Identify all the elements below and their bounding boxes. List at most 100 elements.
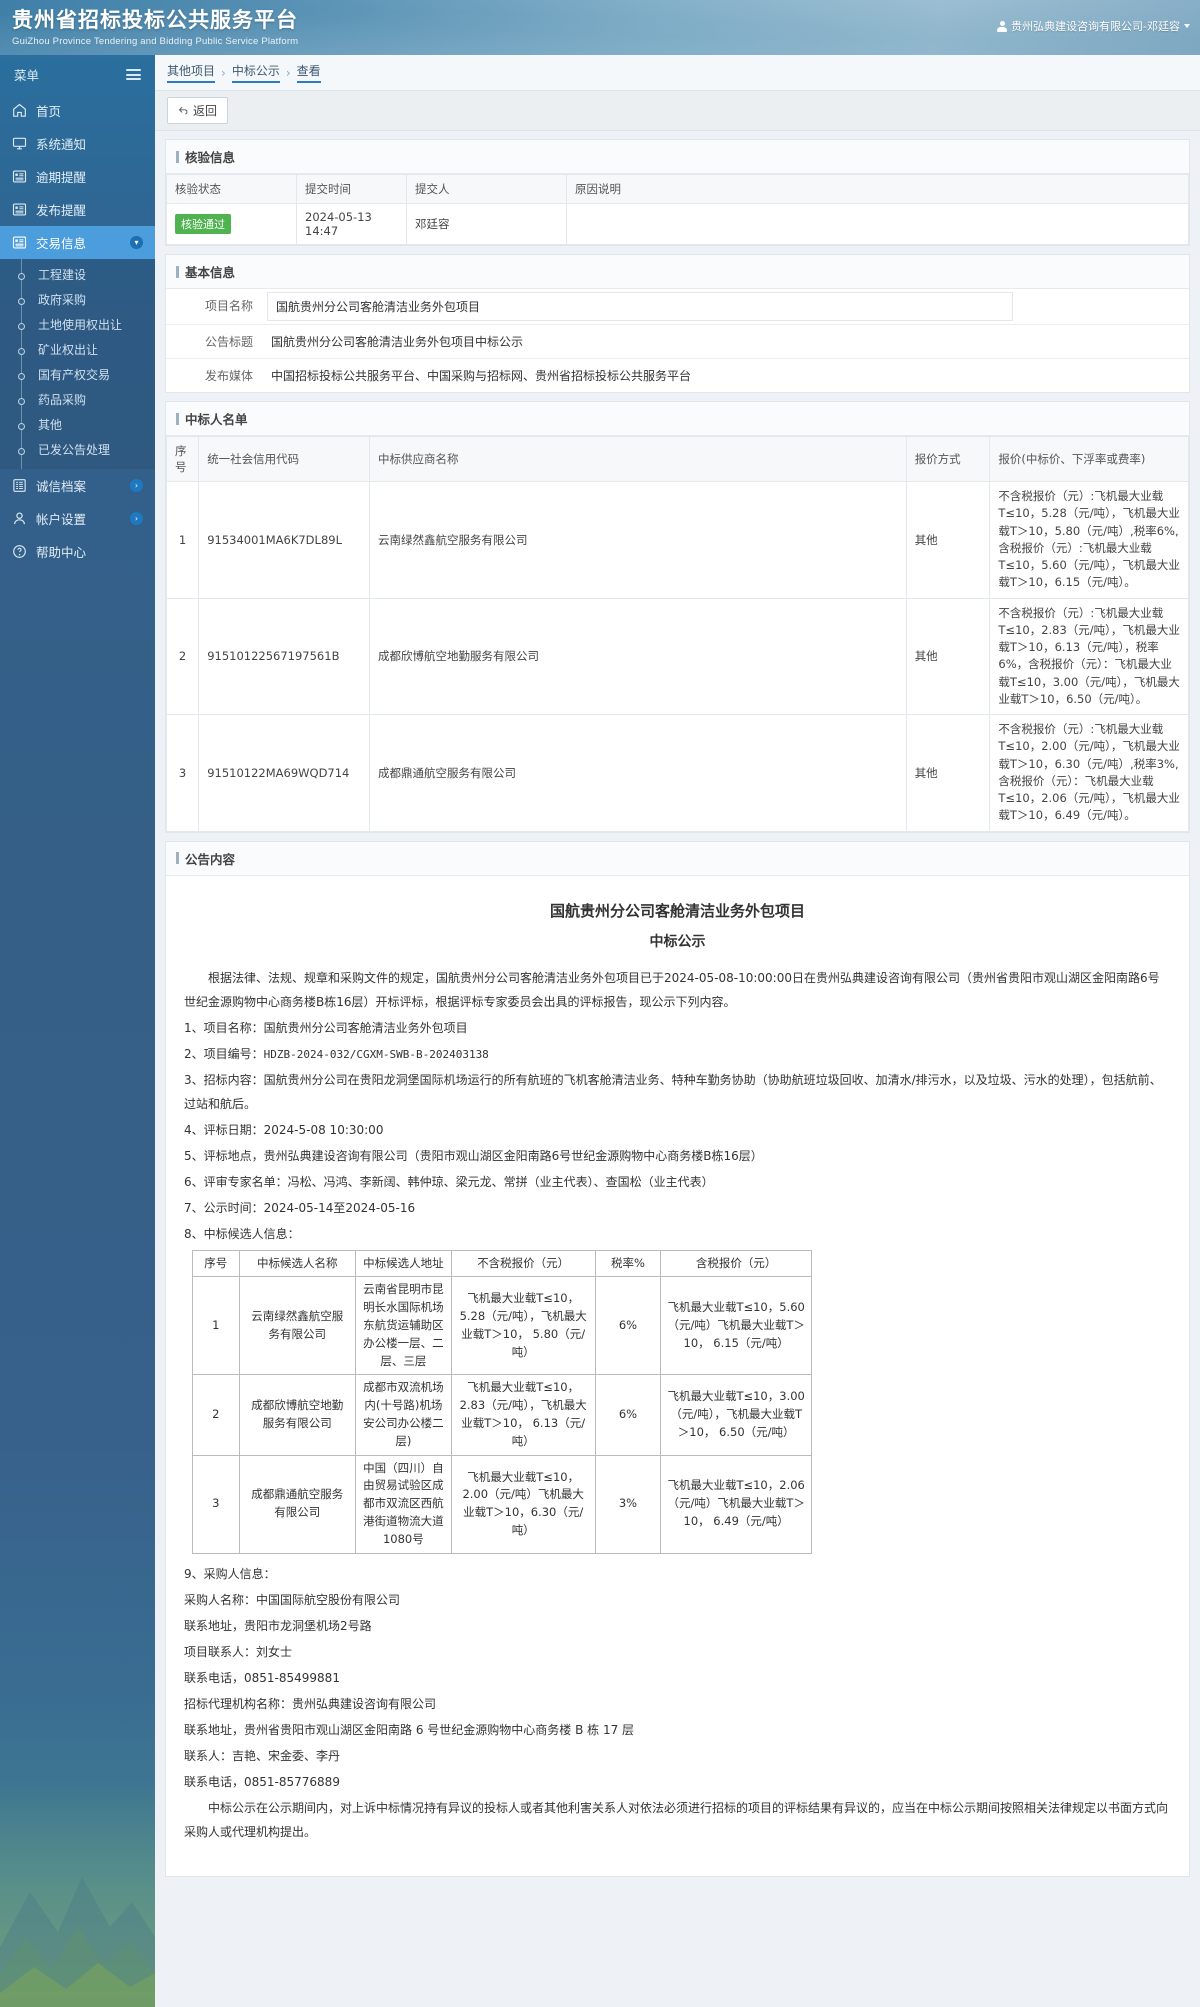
project-name-value[interactable]: 国航贵州分公司客舱清洁业务外包项目: [267, 292, 1013, 321]
sidebar-item-account-settings[interactable]: 帐户设置 ›: [0, 502, 155, 535]
table-header-row: 序号 统一社会信用代码 中标供应商名称 报价方式 报价(中标价、下浮率或费率): [165, 436, 1189, 482]
winner-code: 91534001MA6K7DL89L: [198, 481, 371, 599]
breadcrumb-item-other-project[interactable]: 其他项目: [167, 62, 216, 83]
announcement-line-8: 8、中标候选人信息：: [184, 1226, 300, 1241]
table-row: 核验通过 2024-05-13 14:47 邓廷容: [166, 203, 1189, 245]
sidebar-subitem-other[interactable]: 其他: [0, 413, 155, 438]
candidate-tax-rate: 3%: [594, 1454, 662, 1554]
candidate-address: 中国（四川）自由贸易试验区成都市双流区西航港街道物流大道1080号: [354, 1454, 452, 1554]
announcement-intro: 根据法律、法规、规章和采购文件的规定，国航贵州分公司客舱清洁业务外包项目已于20…: [184, 970, 1160, 1009]
col-index: 序号: [165, 436, 200, 482]
announcement-panel-title: 公告内容: [166, 841, 1189, 876]
back-button[interactable]: 返回: [167, 97, 229, 124]
chevron-right-icon: ›: [130, 512, 143, 525]
winner-panel-title-text: 中标人名单: [185, 412, 248, 427]
announcement-panel-title-text: 公告内容: [185, 851, 236, 867]
sidebar-subitem-drug-procurement[interactable]: 药品采购: [0, 388, 155, 413]
basic-info-panel: 基本信息 项目名称 国航贵州分公司客舱清洁业务外包项目 公告标题 国航贵州分公司…: [165, 254, 1190, 393]
sidebar-subitem-state-property[interactable]: 国有产权交易: [0, 363, 155, 388]
brand: 贵州省招标投标公共服务平台 GuiZhou Province Tendering…: [12, 4, 298, 47]
sidebar-subitem-gov-procurement[interactable]: 政府采购: [0, 288, 155, 313]
back-arrow-icon: [178, 106, 188, 115]
user-icon: [997, 20, 1008, 32]
basic-panel-title-text: 基本信息: [185, 265, 236, 280]
table-row: 2 91510122567197561B 成都欣博航空地勤服务有限公司 其他 不…: [165, 597, 1189, 715]
winner-code: 91510122MA69WQD714: [198, 714, 371, 832]
sidebar-subitem-land-use-right[interactable]: 土地使用权出让: [0, 313, 155, 338]
back-button-label: 返回: [193, 104, 218, 118]
agent-contact: 联系人：吉艳、宋金委、李丹: [184, 1748, 341, 1763]
monitor-icon: [12, 136, 27, 151]
user-name: 贵州弘典建设咨询有限公司-邓廷容: [1011, 20, 1180, 33]
sidebar-item-help-center[interactable]: 帮助中心: [0, 535, 155, 568]
buyer-name: 采购人名称：中国国际航空股份有限公司: [184, 1592, 401, 1607]
candidate-name: 成都欣博航空地勤服务有限公司: [238, 1374, 356, 1456]
winner-price: 不含税报价（元）:飞机最大业载T≤10，5.28（元/吨），飞机最大业载T＞10…: [989, 481, 1189, 599]
breadcrumb-separator: ›: [221, 65, 226, 80]
table-row: 3 91510122MA69WQD714 成都鼎通航空服务有限公司 其他 不含税…: [165, 714, 1189, 832]
breadcrumb-item-winning-notice[interactable]: 中标公示: [231, 62, 280, 83]
field-label: 公告标题: [166, 325, 261, 358]
col-quote-price: 报价(中标价、下浮率或费率): [989, 436, 1189, 482]
sidebar-subitem-published-notice[interactable]: 已发公告处理: [0, 438, 155, 463]
mountain-decoration-icon: [0, 1877, 155, 2007]
user-menu[interactable]: 贵州弘典建设咨询有限公司-邓廷容: [997, 18, 1190, 34]
candidate-price-excl: 飞机最大业载T≤10，5.28（元/吨），飞机最大业载T＞10， 5.80（元/…: [450, 1276, 596, 1376]
col-price-incl-tax: 含税报价（元）: [660, 1249, 812, 1278]
sidebar-item-label: 系统通知: [36, 137, 87, 152]
table-header-row: 序号 中标候选人名称 中标候选人地址 不含税报价（元） 税率% 含税报价（元）: [192, 1249, 812, 1278]
verify-reason-cell: [566, 203, 1189, 245]
announcement-title: 国航贵州分公司客舱清洁业务外包项目: [549, 901, 805, 920]
app-header: 贵州省招标投标公共服务平台 GuiZhou Province Tendering…: [0, 0, 1200, 55]
sidebar-subitem-engineering[interactable]: 工程建设: [0, 263, 155, 288]
candidate-price-incl: 飞机最大业载T≤10，3.00（元/吨），飞机最大业载T＞10， 6.50（元/…: [660, 1374, 812, 1456]
announcement-line-4: 4、评标日期：2024-5-08 10:30:00: [184, 1122, 384, 1137]
sidebar-subitem-mining-right[interactable]: 矿业权出让: [0, 338, 155, 363]
brand-title-cn: 贵州省招标投标公共服务平台: [12, 8, 298, 32]
winner-index: 2: [165, 597, 200, 715]
verify-time-cell: 2024-05-13 14:47: [296, 203, 407, 245]
sidebar-item-label: 帐户设置: [36, 512, 87, 527]
sidebar-item-transaction-info[interactable]: 交易信息 ▾: [0, 226, 155, 259]
col-credit-code: 统一社会信用代码: [198, 436, 371, 482]
winner-name: 成都欣博航空地勤服务有限公司: [369, 597, 907, 715]
announcement-body: 国航贵州分公司客舱清洁业务外包项目 中标公示 根据法律、法规、规章和采购文件的规…: [166, 876, 1189, 1876]
sidebar-item-publish-reminder[interactable]: 发布提醒: [0, 193, 155, 226]
sidebar-item-home[interactable]: 首页: [0, 94, 155, 127]
list-icon: [12, 169, 27, 184]
sidebar-item-credit-archive[interactable]: 诚信档案 ›: [0, 469, 155, 502]
announcement-line-6: 6、评审专家名单：冯松、冯鸿、李新阔、韩仲琼、梁元龙、常拼（业主代表）、查国松（…: [184, 1174, 714, 1189]
sidebar-item-system-notice[interactable]: 系统通知: [0, 127, 155, 160]
table-row: 1 云南绿然鑫航空服务有限公司 云南省昆明市昆明长水国际机场东航货运辅助区办公楼…: [192, 1276, 812, 1376]
table-row: 3 成都鼎通航空服务有限公司 中国（四川）自由贸易试验区成都市双流区西航港街道物…: [192, 1454, 812, 1554]
sidebar-item-overdue-reminder[interactable]: 逾期提醒: [0, 160, 155, 193]
agent-phone: 联系电话，0851-85776889: [184, 1774, 340, 1789]
announcement-line-2: 2、项目编号：HDZB-2024-032/CGXM-SWB-B-20240313…: [184, 1042, 1171, 1066]
title-bar-icon: [176, 852, 179, 864]
col-supplier-name: 中标供应商名称: [369, 436, 907, 482]
field-notice-title: 公告标题 国航贵州分公司客舱清洁业务外包项目中标公示: [166, 325, 1189, 359]
candidate-name: 成都鼎通航空服务有限公司: [238, 1454, 356, 1554]
winner-panel-title: 中标人名单: [166, 402, 1189, 436]
breadcrumb-item-view[interactable]: 查看: [296, 62, 321, 83]
verify-info-panel: 核验信息 核验状态 提交时间 提交人 原因说明 核验通过 2024-05-13 …: [165, 139, 1190, 246]
agent-name: 招标代理机构名称：贵州弘典建设咨询有限公司: [184, 1696, 437, 1711]
verify-status-cell: 核验通过: [166, 203, 297, 245]
chevron-right-icon: ›: [130, 479, 143, 492]
winner-index: 1: [165, 481, 200, 599]
col-tax-rate: 税率%: [594, 1249, 662, 1278]
sidebar-item-label: 发布提醒: [36, 203, 87, 218]
verify-panel-title: 核验信息: [166, 140, 1189, 174]
hamburger-icon[interactable]: [126, 67, 141, 83]
project-no-label: 2、项目编号：: [184, 1046, 264, 1061]
candidate-address: 成都市双流机场内(十号路)机场安公司办公楼二层): [354, 1374, 452, 1456]
breadcrumb: 其他项目 › 中标公示 › 查看: [155, 55, 1200, 91]
announcement-footer: 中标公示在公示期间内，对上诉中标情况持有异议的投标人或者其他利害关系人对依法必须…: [184, 1800, 1169, 1839]
sidebar-item-label: 逾期提醒: [36, 170, 87, 185]
field-publish-media: 发布媒体 中国招标投标公共服务平台、中国采购与招标网、贵州省招标投标公共服务平台: [166, 359, 1189, 392]
col-quote-method: 报价方式: [905, 436, 991, 482]
sidebar-item-label: 首页: [36, 104, 62, 119]
winner-method: 其他: [905, 714, 991, 832]
candidate-table: 序号 中标候选人名称 中标候选人地址 不含税报价（元） 税率% 含税报价（元） …: [192, 1249, 812, 1554]
winner-price: 不含税报价（元）:飞机最大业载T≤10，2.00（元/吨），飞机最大业载T＞10…: [989, 714, 1189, 832]
